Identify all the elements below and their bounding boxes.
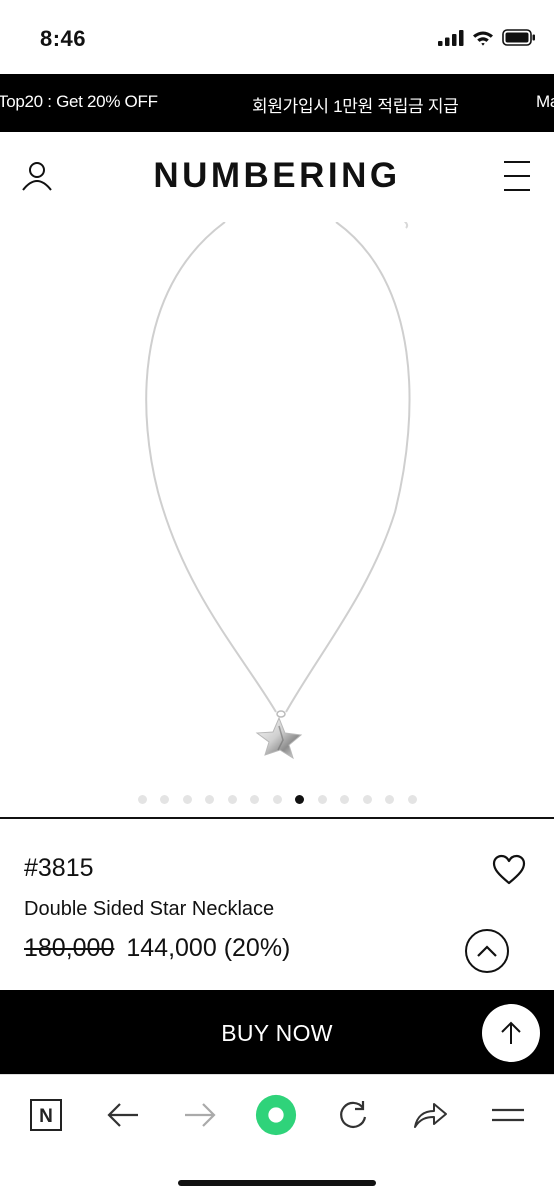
site-header: NUMBERING	[0, 132, 554, 222]
heart-icon	[492, 854, 526, 885]
sale-price: 144,000 (20%)	[126, 934, 291, 962]
naver-n-icon: N	[30, 1099, 62, 1131]
menu-button[interactable]	[502, 158, 532, 194]
carousel-dot[interactable]	[317, 794, 327, 804]
product-name: Double Sided Star Necklace	[24, 898, 275, 920]
menu-icon	[492, 1108, 524, 1122]
forward-button[interactable]	[178, 1093, 222, 1137]
carousel-dot[interactable]	[272, 794, 282, 804]
status-bar: 8:46	[0, 0, 554, 74]
promo-item[interactable]: Top20 : Get 20% OFF	[0, 92, 158, 112]
promo-item[interactable]: 회원가입시 1만원 적립금 지급	[252, 92, 459, 117]
back-arrow-icon	[107, 1103, 138, 1127]
promo-item[interactable]: Ma	[536, 92, 554, 112]
hamburger-icon	[504, 161, 530, 191]
carousel-dot[interactable]	[407, 794, 417, 804]
share-icon	[414, 1103, 447, 1128]
carousel-dots	[0, 792, 554, 806]
carousel-dot-active[interactable]	[295, 794, 304, 804]
carousel-dot[interactable]	[250, 794, 259, 804]
carousel-dot[interactable]	[205, 794, 214, 804]
carousel-dot[interactable]	[385, 794, 394, 804]
battery-icon	[502, 29, 535, 46]
product-number: #3815	[24, 854, 94, 882]
forward-arrow-icon	[185, 1103, 216, 1127]
home-indicator[interactable]	[178, 1180, 376, 1186]
green-circle-icon	[255, 1094, 297, 1136]
status-time: 8:46	[40, 26, 87, 51]
carousel-dot[interactable]	[160, 794, 169, 804]
signal-icon	[438, 29, 464, 46]
original-price: 180,000	[24, 934, 115, 962]
price-row: 180,000 144,000 (20%)	[24, 934, 290, 963]
carousel-dot[interactable]	[340, 794, 349, 804]
divider	[0, 817, 554, 819]
reload-icon	[340, 1101, 367, 1128]
carousel-dot[interactable]	[362, 794, 372, 804]
share-button[interactable]	[408, 1093, 452, 1137]
carousel-dot[interactable]	[137, 794, 147, 804]
buy-now-label: BUY NOW	[221, 1020, 333, 1046]
buy-now-button[interactable]: BUY NOW	[0, 990, 554, 1074]
green-dot-button[interactable]	[254, 1093, 298, 1137]
promo-marquee[interactable]: Top20 : Get 20% OFF 회원가입시 1만원 적립금 지급 Ma	[0, 74, 554, 132]
carousel-dot[interactable]	[182, 794, 192, 804]
scroll-top-button[interactable]	[482, 1004, 540, 1062]
wifi-icon	[473, 31, 493, 46]
chevron-up-icon	[477, 945, 497, 957]
wishlist-button[interactable]	[492, 854, 526, 886]
site-logo[interactable]: NUMBERING	[0, 156, 554, 196]
necklace-image	[145, 217, 411, 760]
back-button[interactable]	[101, 1093, 145, 1137]
arrow-up-icon	[501, 1021, 521, 1044]
carousel-dot[interactable]	[227, 794, 237, 804]
status-icons	[438, 29, 536, 46]
product-image[interactable]	[0, 217, 554, 792]
naver-home-button[interactable]: N	[24, 1093, 68, 1137]
browser-menu-button[interactable]	[486, 1093, 530, 1137]
collapse-info-button[interactable]	[465, 929, 509, 973]
naver-letter: N	[39, 1106, 53, 1127]
reload-button[interactable]	[331, 1093, 375, 1137]
